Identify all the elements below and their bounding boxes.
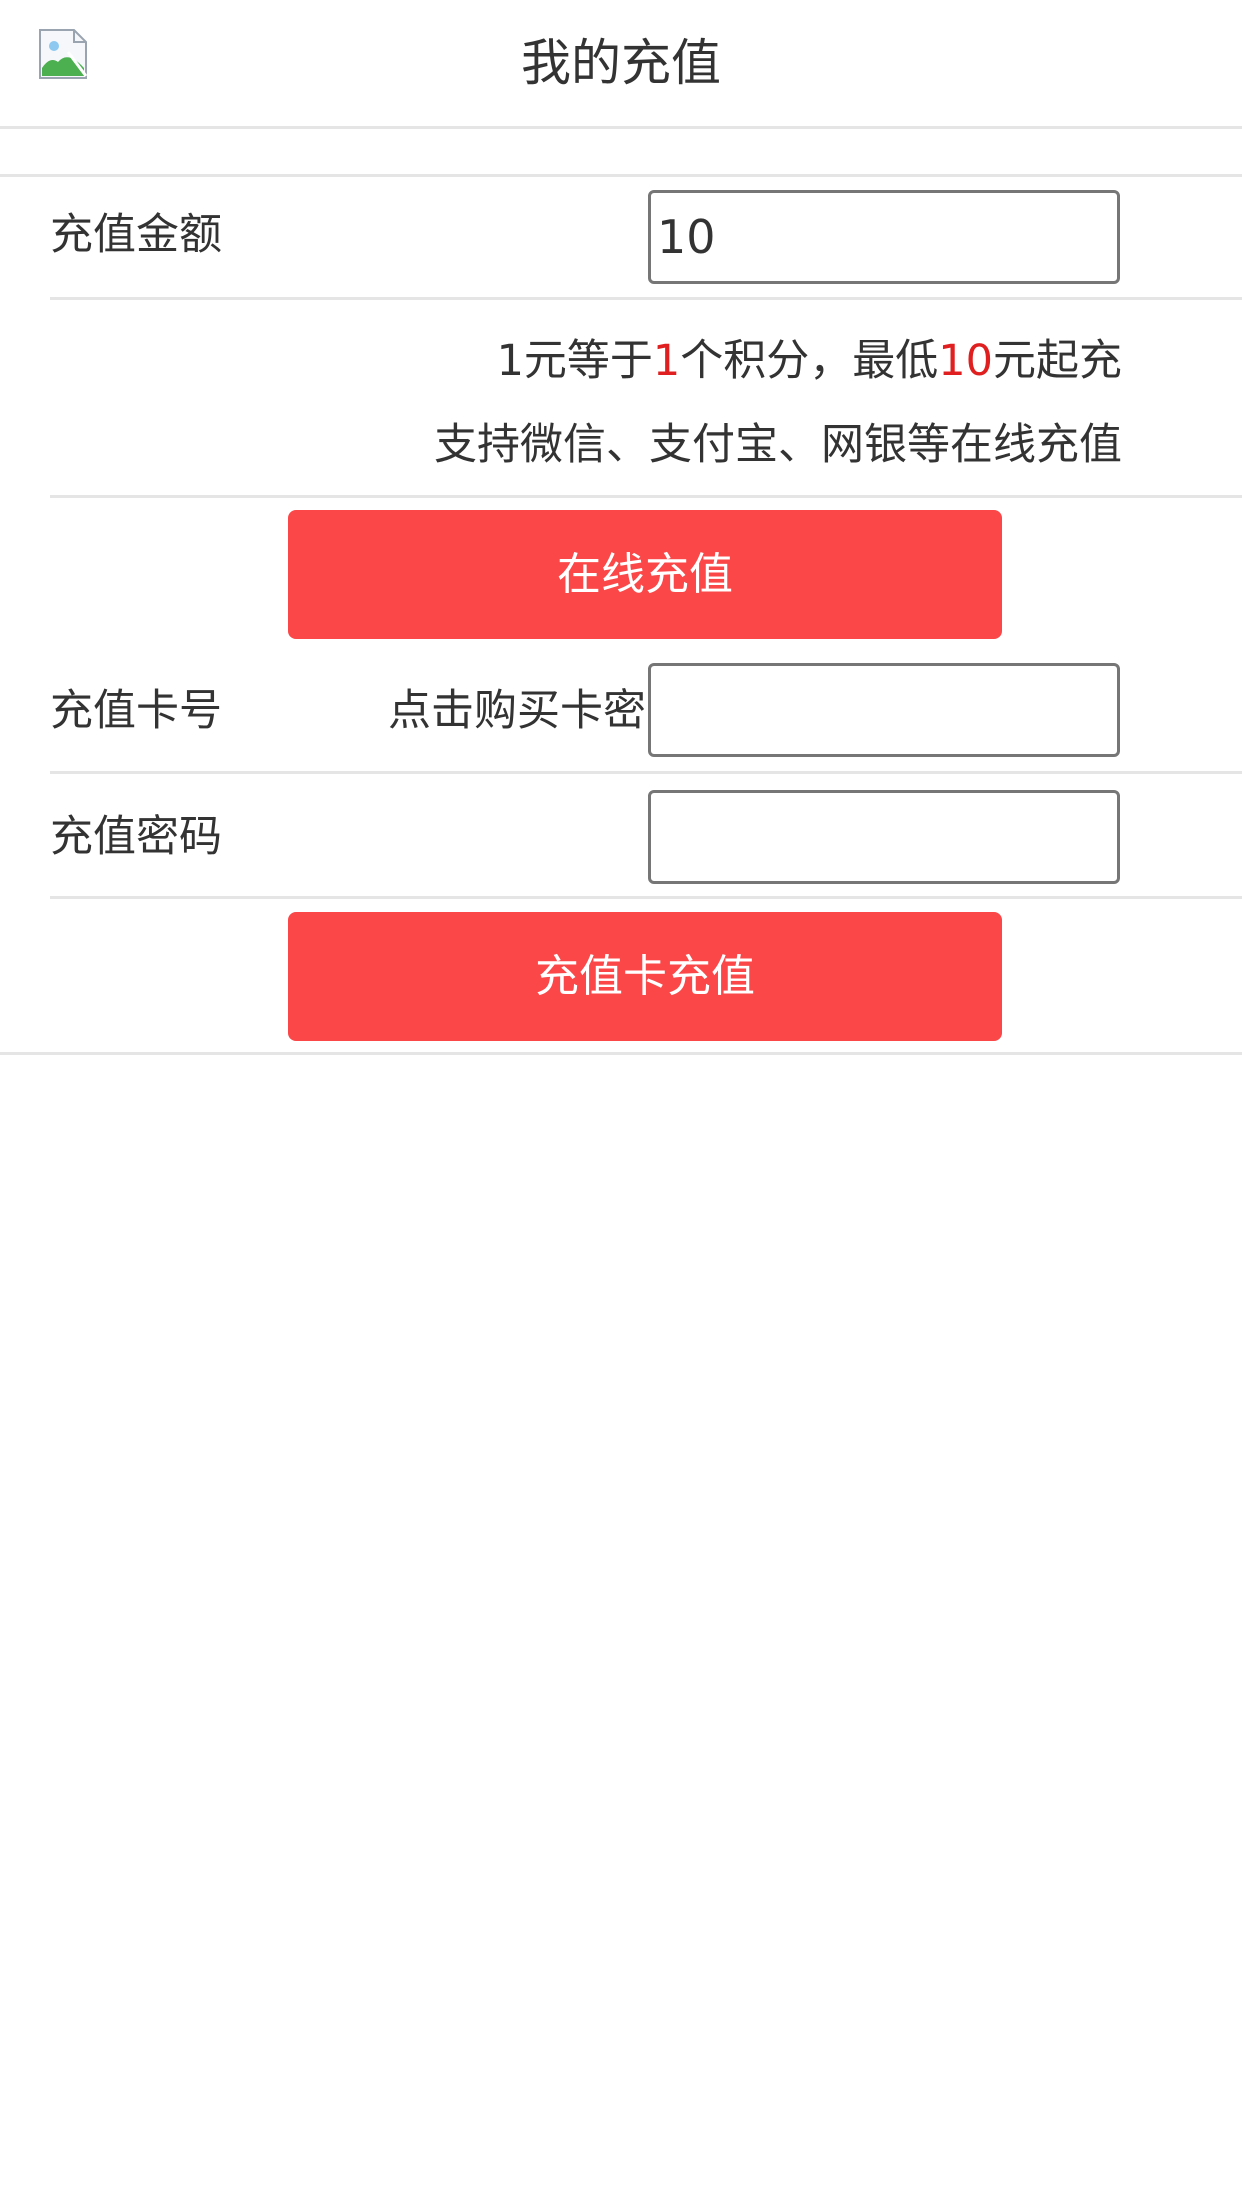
card-number-label: 充值卡号 <box>50 686 222 736</box>
top-header: 我的充值 <box>0 0 1242 129</box>
points-rate-text: 1元等于1个积分，最低10元起充 <box>300 326 1122 388</box>
payment-methods-text: 支持微信、支付宝、网银等在线充值 <box>434 420 1122 470</box>
minimum-amount-value: 10 <box>938 336 993 386</box>
card-number-input[interactable] <box>648 663 1120 757</box>
card-password-input[interactable] <box>648 790 1120 884</box>
row-divider <box>50 896 1242 899</box>
amount-label: 充值金额 <box>50 210 222 260</box>
rate-prefix: 1元等于 <box>496 336 653 386</box>
online-recharge-button[interactable]: 在线充值 <box>288 510 1002 639</box>
section-divider <box>0 1052 1242 1055</box>
rate-points-value: 1 <box>652 336 681 386</box>
page-title: 我的充值 <box>521 34 721 92</box>
row-divider <box>50 297 1242 300</box>
buy-card-link[interactable]: 点击购买卡密 <box>388 676 646 738</box>
row-divider <box>50 771 1242 774</box>
amount-input[interactable] <box>648 190 1120 284</box>
card-recharge-button[interactable]: 充值卡充值 <box>288 912 1002 1041</box>
section-divider <box>0 174 1242 177</box>
row-divider <box>50 495 1242 498</box>
rate-middle: 个积分，最低 <box>680 336 939 386</box>
rate-suffix: 元起充 <box>993 336 1122 386</box>
card-password-label: 充值密码 <box>50 812 222 862</box>
